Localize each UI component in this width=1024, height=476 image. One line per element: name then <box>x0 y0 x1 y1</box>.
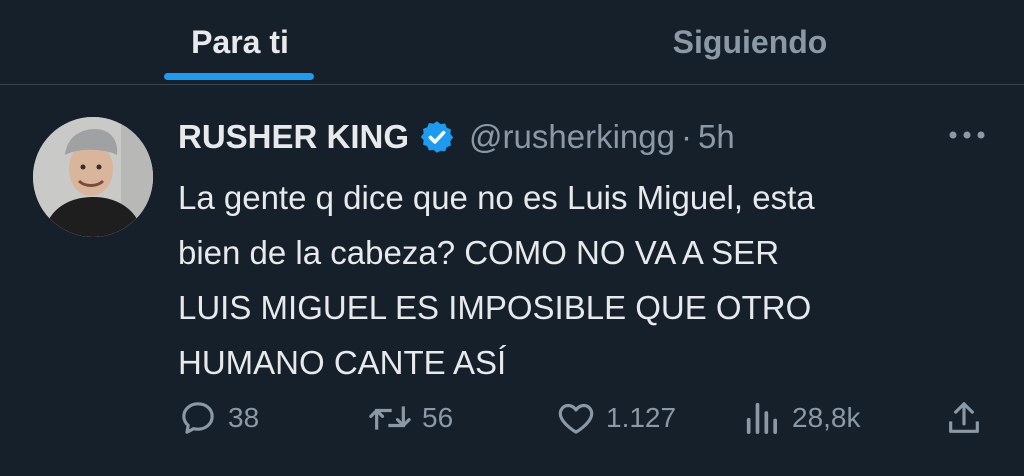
views-button[interactable]: 28,8k <box>742 393 861 443</box>
verified-badge-icon <box>419 119 455 155</box>
share-icon <box>949 402 979 433</box>
display-name[interactable]: RUSHER KING <box>178 118 409 156</box>
separator-dot: · <box>680 118 692 155</box>
tweet-text-line: bien de la cabeza? COMO NO VA A SER <box>178 234 780 271</box>
reply-icon <box>182 402 214 434</box>
retweet-count: 56 <box>422 402 454 433</box>
reply-count: 38 <box>228 402 260 433</box>
tweet-text-line: LUIS MIGUEL ES IMPOSIBLE QUE OTRO <box>178 289 812 326</box>
tweet-text-line: HUMANO CANTE ASÍ <box>178 344 507 381</box>
views-icon <box>746 402 777 434</box>
views-count: 28,8k <box>792 402 861 433</box>
avatar[interactable] <box>33 117 153 237</box>
avatar-image <box>33 117 153 237</box>
reply-button[interactable]: 38 <box>178 393 259 443</box>
retweet-icon <box>369 406 411 430</box>
active-tab-indicator <box>164 73 314 80</box>
tab-para-ti[interactable]: Para ti <box>150 0 330 84</box>
share-button[interactable] <box>944 393 984 443</box>
timeline-tabs: Para ti Siguiendo <box>0 0 1024 85</box>
tweet-actions: 38 56 1.127 28,8k <box>0 393 1024 443</box>
tab-siguiendo[interactable]: Siguiendo <box>620 0 880 84</box>
heart-icon <box>558 403 594 434</box>
tweet-header: RUSHER KING @rusherkingg · 5h <box>178 112 735 162</box>
tab-label: Para ti <box>191 23 289 60</box>
like-button[interactable]: 1.127 <box>556 393 676 443</box>
retweet-button[interactable]: 56 <box>368 393 453 443</box>
more-icon[interactable] <box>944 118 990 152</box>
tweet-timestamp[interactable]: 5h <box>698 118 735 156</box>
tweet-text-line: La gente q dice que no es Luis Miguel, e… <box>178 179 815 216</box>
tab-label: Siguiendo <box>672 23 828 60</box>
like-count: 1.127 <box>606 402 677 433</box>
tweet-text: La gente q dice que no es Luis Miguel, e… <box>178 170 958 390</box>
user-handle[interactable]: @rusherkingg <box>469 118 675 156</box>
